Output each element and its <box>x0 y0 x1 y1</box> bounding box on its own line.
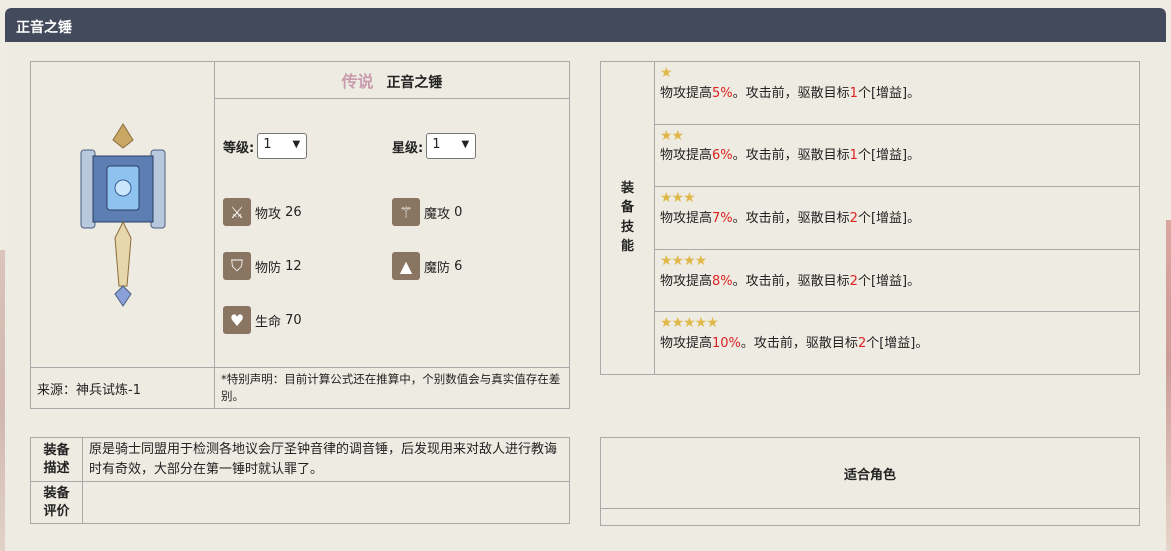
hammer-icon <box>80 122 165 307</box>
skill-row: ★★★★★ 物攻提高10%。攻击前，驱散目标2个[增益]。 <box>654 311 1140 375</box>
skill-row: ★★★ 物攻提高7%。攻击前，驱散目标2个[增益]。 <box>654 186 1140 250</box>
equipment-image-cell <box>30 61 215 368</box>
description-label: 装备描述 <box>30 437 83 482</box>
stat-physical-defense: ⛉ 物防 12 <box>223 252 392 280</box>
rarity-badge: 传说 <box>341 72 374 91</box>
evaluation-text <box>82 480 570 525</box>
chevron-down-icon: ▼ <box>292 139 301 150</box>
note-cell: *特别声明：目前计算公式还在推算中，个别数值会与真实值存在差别。 <box>214 367 570 409</box>
heart-icon: ♥ <box>223 306 251 334</box>
star-rating-icon: ★★★★★ <box>660 315 719 332</box>
level-label: 等级: <box>223 140 255 156</box>
skills-label-text: 装备技能 <box>620 180 634 255</box>
chevron-down-icon: ▼ <box>461 139 470 150</box>
equipment-panel: 正音之锤 传说 正音之锤 等级: 1 ▼ 星级: 1 ▼ ⚔ 物攻 26 ⚚ 魔… <box>5 8 1166 551</box>
sword-icon: ⚔ <box>223 198 251 226</box>
star-select[interactable]: 1 ▼ <box>426 133 477 159</box>
stat-health: ♥ 生命 70 <box>223 306 392 334</box>
suitable-characters-list <box>600 508 1140 526</box>
wand-icon: ⚚ <box>392 198 420 226</box>
panel-title: 正音之锤 <box>16 20 72 36</box>
evaluation-label: 装备评价 <box>30 480 83 525</box>
suitable-characters-table: 适合角色 <box>600 437 1140 526</box>
stat-magic-defense: ▲ 魔防 6 <box>392 252 561 280</box>
source-cell: 来源：神兵试炼-1 <box>30 367 215 409</box>
equipment-name-cell: 传说 正音之锤 <box>214 61 570 99</box>
star-label: 星级: <box>392 140 424 156</box>
skill-row: ★ 物攻提高5%。攻击前，驱散目标1个[增益]。 <box>654 61 1140 125</box>
skills-label: 装备技能 <box>600 61 655 375</box>
equipment-name: 正音之锤 <box>386 75 443 91</box>
source-text: 来源：神兵试炼-1 <box>37 382 141 398</box>
shield-icon: ⛉ <box>223 252 251 280</box>
star-rating-icon: ★★★ <box>660 190 696 207</box>
stats-cell: 等级: 1 ▼ 星级: 1 ▼ ⚔ 物攻 26 ⚚ 魔攻 0 ⛉ 物防 12 ▲… <box>214 98 570 368</box>
wizard-hat-icon: ▲ <box>392 252 420 280</box>
star-rating-icon: ★★★★ <box>660 252 707 269</box>
star-rating-icon: ★ <box>660 65 673 81</box>
star-rating-icon: ★★ <box>660 127 684 144</box>
equipment-description-table: 装备描述 原是骑士同盟用于检测各地议会厅圣钟音律的调音锤，后发现用来对敌人进行教… <box>30 437 570 525</box>
skill-row: ★★★★ 物攻提高8%。攻击前，驱散目标2个[增益]。 <box>654 248 1140 313</box>
panel-header: 正音之锤 <box>5 8 1166 42</box>
skill-row: ★★ 物攻提高6%。攻击前，驱散目标1个[增益]。 <box>654 123 1140 188</box>
description-text: 原是骑士同盟用于检测各地议会厅圣钟音律的调音锤，后发现用来对敌人进行教诲时有奇效… <box>82 437 570 482</box>
stat-magic-attack: ⚚ 魔攻 0 <box>392 198 561 226</box>
disclaimer-text: *特别声明：目前计算公式还在推算中，个别数值会与真实值存在差别。 <box>221 372 561 403</box>
suitable-characters-title: 适合角色 <box>600 437 1140 509</box>
equipment-skills-table: 装备技能 ★ 物攻提高5%。攻击前，驱散目标1个[增益]。 ★★ 物攻提高6%。… <box>600 61 1140 375</box>
stat-physical-attack: ⚔ 物攻 26 <box>223 198 392 226</box>
equipment-info-table: 传说 正音之锤 等级: 1 ▼ 星级: 1 ▼ ⚔ 物攻 26 ⚚ 魔攻 0 ⛉… <box>30 61 570 409</box>
level-select[interactable]: 1 ▼ <box>257 133 308 159</box>
